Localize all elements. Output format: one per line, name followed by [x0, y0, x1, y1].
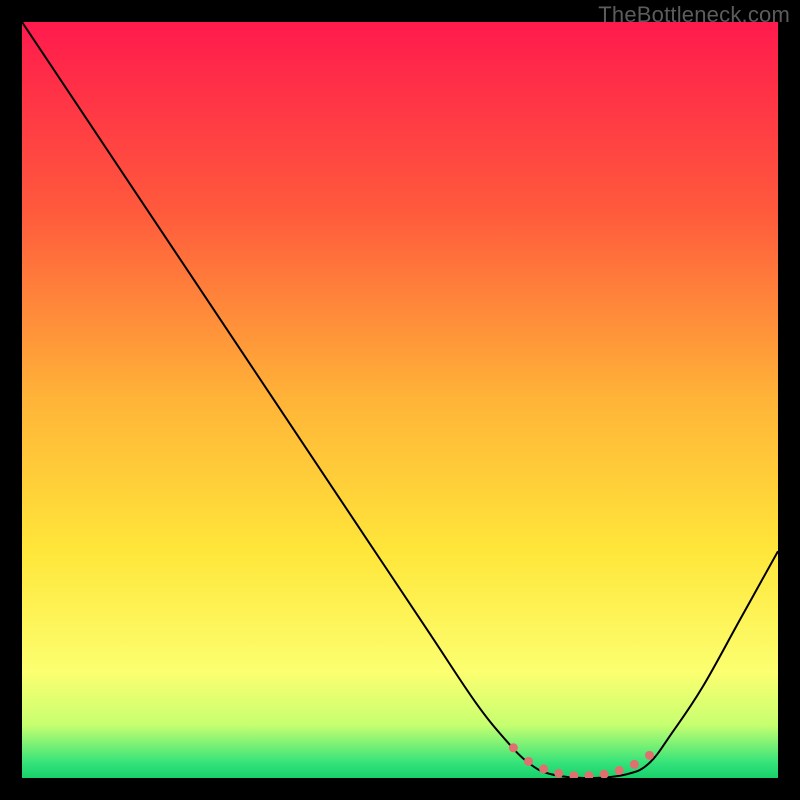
plot-area — [22, 22, 778, 778]
gradient-rect — [22, 22, 778, 778]
chart-svg — [22, 22, 778, 778]
watermark-text: TheBottleneck.com — [598, 2, 790, 28]
chart-container: TheBottleneck.com — [0, 0, 800, 800]
